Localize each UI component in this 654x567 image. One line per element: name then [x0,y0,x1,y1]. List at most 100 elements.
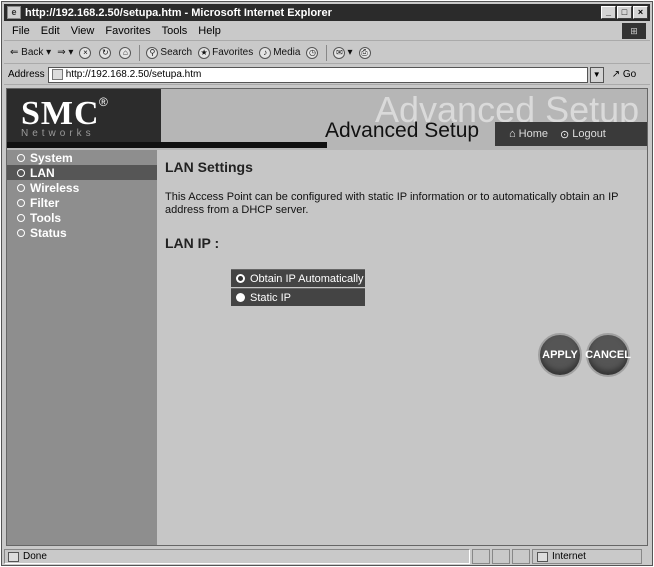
logout-link[interactable]: ⊙ Logout [560,128,606,141]
toolbar-separator-2 [326,44,328,61]
sidebar-item-label: LAN [30,165,55,180]
minimize-button[interactable]: _ [601,6,616,19]
toolbar-separator [139,44,141,61]
sidebar-item-label: Tools [30,210,62,225]
logo-subtitle: Networks [21,128,95,139]
globe-icon [537,551,548,562]
static-ip-option[interactable]: Static IP [231,288,365,306]
option-label: Static IP [250,291,291,304]
search-button[interactable]: ⚲ Search [146,46,193,59]
refresh-button[interactable]: ↻ [99,46,113,59]
sidebar-item-filter[interactable]: Filter [7,195,157,210]
forward-arrow-icon: ⇒ ▾ [57,47,74,58]
maximize-button[interactable]: □ [617,6,632,19]
bullet-icon [17,198,25,207]
chevron-down-icon: ▾ [43,47,52,58]
home-link[interactable]: ⌂ Home [509,128,548,140]
radio-unselected-icon[interactable] [236,293,245,302]
print-icon: ⎙ [358,46,371,59]
back-button[interactable]: ⇐ Back ▾ [10,47,51,58]
bullet-icon [17,213,25,222]
banner-nav: ⌂ Home ⊙ Logout [495,122,647,146]
favorites-label: Favorites [212,47,254,58]
status-text: Done [23,551,47,562]
page-icon [51,69,63,80]
close-button[interactable]: × [633,6,648,19]
stop-button[interactable]: × [79,46,93,59]
media-label: Media [273,47,301,58]
page-viewport: SMC ® Networks Advanced Setup Advanced S… [6,88,648,546]
cancel-button[interactable]: CANCEL [585,333,631,377]
favorites-button[interactable]: ★ Favorites [198,46,254,59]
sidebar-item-label: Status [30,225,67,240]
status-bar: Done Internet [4,548,650,565]
obtain-ip-automatically-option[interactable]: Obtain IP Automatically [231,269,365,287]
sidebar-item-lan[interactable]: LAN [7,165,157,180]
menu-favorites[interactable]: Favorites [105,25,150,37]
sidebar-item-label: Wireless [30,180,80,195]
title-bar: e http://192.168.2.50/setupa.htm - Micro… [4,4,650,21]
history-icon: ◷ [306,46,319,59]
logo-registered: ® [99,95,108,109]
home-label: Home [518,128,548,140]
smc-logo: SMC ® Networks [7,89,161,142]
forward-button[interactable]: ⇒ ▾ [57,47,73,58]
sidebar-item-wireless[interactable]: Wireless [7,180,157,195]
menu-tools[interactable]: Tools [162,25,188,37]
bullet-icon [17,153,25,162]
search-label: Search [160,47,193,58]
go-button[interactable]: ↗ Go [612,69,637,80]
menu-edit[interactable]: Edit [41,25,60,37]
windows-logo-icon: ⊞ [622,23,646,39]
home-toolbar-button[interactable]: ⌂ [119,46,133,59]
back-arrow-icon: ⇐ [10,47,22,58]
sidebar-item-system[interactable]: System [7,150,157,165]
sidebar-item-tools[interactable]: Tools [7,210,157,225]
bullet-icon [17,183,25,192]
zone-label: Internet [552,551,586,562]
go-label: Go [622,69,637,80]
page-description: This Access Point can be configured with… [165,191,619,216]
window-controls: _ □ × [601,6,648,19]
ie-icon: e [7,6,21,19]
menu-file[interactable]: File [12,25,30,37]
toolbar: ⇐ Back ▾ ⇒ ▾ × ↻ ⌂ ⚲ Search ★ Favorites … [4,42,650,64]
apply-button[interactable]: APPLY [538,333,582,377]
page-done-icon [8,551,19,562]
address-url: http://192.168.2.50/setupa.htm [65,69,202,80]
address-dropdown-button[interactable]: ▼ [589,66,604,83]
media-button[interactable]: ♪ Media [259,46,301,59]
sidebar-item-label: Filter [30,195,60,210]
logout-icon: ⊙ [560,128,570,141]
option-label: Obtain IP Automatically [250,272,364,285]
page-banner: SMC ® Networks Advanced Setup Advanced S… [7,89,647,150]
sidebar: System LAN Wireless Filter Tools Status [7,150,157,545]
address-bar: Address http://192.168.2.50/setupa.htm ▼… [4,65,650,85]
history-button[interactable]: ◷ [306,46,320,59]
address-input[interactable]: http://192.168.2.50/setupa.htm [47,66,588,83]
back-label: Back [21,47,44,58]
address-label: Address [8,69,45,80]
radio-selected-icon[interactable] [236,274,245,283]
favorites-icon: ★ [198,46,211,59]
status-cell [492,549,510,564]
stop-icon: × [79,46,92,59]
bullet-icon [17,228,25,237]
print-button[interactable]: ⎙ [358,46,373,59]
apply-label: APPLY [542,349,578,361]
go-arrow-icon: ↗ [611,69,621,80]
sidebar-item-status[interactable]: Status [7,225,157,240]
home-icon: ⌂ [119,46,132,59]
status-cell [472,549,490,564]
security-zone: Internet [532,549,642,564]
menu-bar: File Edit View Favorites Tools Help ⊞ [4,22,650,41]
menu-view[interactable]: View [71,25,95,37]
refresh-icon: ↻ [99,46,112,59]
mail-button[interactable]: ✉ ▾ [333,46,353,59]
page-title: LAN Settings [165,159,253,175]
logout-label: Logout [572,128,606,140]
menu-help[interactable]: Help [198,25,221,37]
banner-strip [7,142,327,148]
home-icon: ⌂ [509,128,516,140]
status-main: Done [4,549,470,564]
